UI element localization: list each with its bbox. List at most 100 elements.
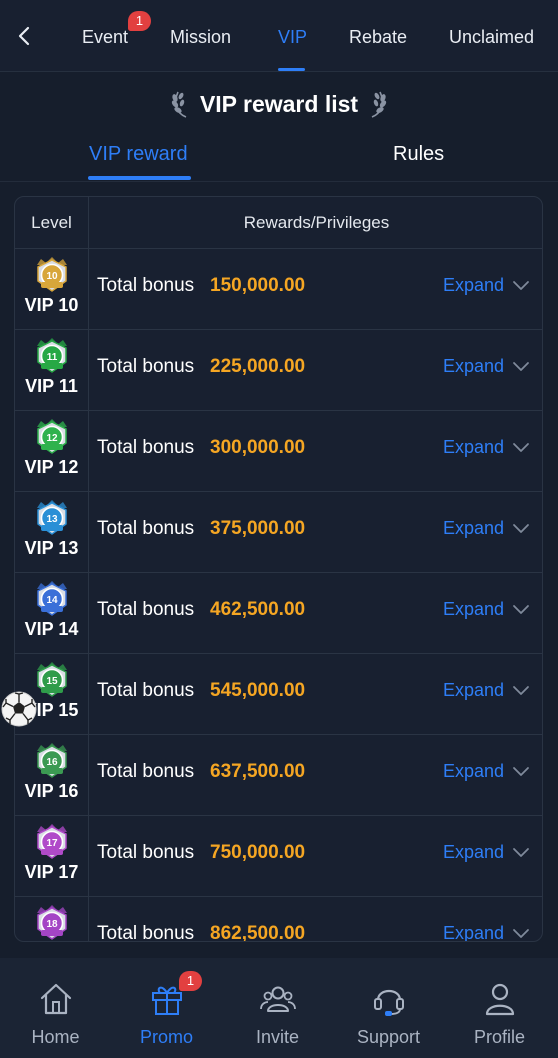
- expand-button[interactable]: Expand: [443, 842, 530, 863]
- vip-badge-icon: 10: [31, 255, 73, 295]
- vip-badge-icon: 18: [31, 903, 73, 941]
- chevron-down-icon: [512, 685, 530, 697]
- vip-badge-number: 10: [46, 271, 58, 282]
- table-row: 18VIP 18Total bonus862,500.00Expand: [15, 897, 542, 942]
- total-bonus-label: Total bonus: [97, 356, 195, 377]
- expand-button[interactable]: Expand: [443, 680, 530, 701]
- headset-icon: [370, 980, 408, 1018]
- subtab-rules[interactable]: Rules: [393, 142, 444, 166]
- top-nav: Event 1 Mission VIP Rebate Unclaimed: [0, 0, 558, 72]
- divider: [0, 181, 558, 182]
- table-row: 10 VIP 10 Total bonus 150,000.00 Expand: [15, 249, 542, 330]
- expand-label: Expand: [442, 275, 504, 295]
- vip-badge-icon: 11: [31, 336, 73, 376]
- nav-invite[interactable]: Invite: [222, 958, 333, 1058]
- table-row: 15 VIP 15 Total bonus 545,000.00 Expand: [15, 654, 542, 735]
- expand-button[interactable]: Expand: [443, 275, 530, 296]
- laurel-right-icon: [366, 89, 388, 119]
- chevron-down-icon: [512, 523, 530, 535]
- total-bonus-value: 637,500.00: [210, 761, 306, 782]
- vip-badge-icon: 15: [31, 660, 73, 700]
- subtab-indicator: [88, 176, 191, 180]
- expand-button[interactable]: Expand: [443, 761, 530, 782]
- chevron-left-icon: [16, 26, 32, 51]
- total-bonus-label: Total bonus: [97, 518, 195, 539]
- table-row: 13 VIP 13 Total bonus 375,000.00 Expand: [15, 492, 542, 573]
- page-title-area: VIP reward list: [0, 84, 558, 124]
- laurel-left-icon: [170, 89, 192, 119]
- total-bonus-label: Total bonus: [97, 437, 195, 458]
- vip-level-label: VIP 10: [24, 295, 79, 315]
- vip-level-label: VIP 17: [24, 862, 79, 882]
- chevron-down-icon: [512, 280, 530, 292]
- vip-level-label: VIP 14: [24, 619, 79, 639]
- expand-button[interactable]: Expand: [443, 599, 530, 620]
- back-button[interactable]: [10, 22, 38, 54]
- page-title: VIP reward list: [199, 90, 359, 117]
- chevron-down-icon: [512, 928, 530, 940]
- total-bonus-label: Total bonus: [97, 680, 195, 701]
- nav-home[interactable]: Home: [0, 958, 111, 1058]
- chevron-down-icon: [512, 604, 530, 616]
- chevron-down-icon: [512, 361, 530, 373]
- vip-badge-number: 11: [47, 352, 58, 363]
- tab-event[interactable]: Event: [82, 26, 128, 48]
- vip-badge-number: 12: [46, 433, 58, 444]
- expand-button[interactable]: Expand: [443, 437, 530, 458]
- total-bonus-value: 375,000.00: [210, 518, 306, 539]
- expand-button[interactable]: Expand: [442, 923, 530, 942]
- expand-label: Expand: [442, 923, 504, 942]
- total-bonus-value: 462,500.00: [210, 599, 306, 620]
- table-row: 14 VIP 14 Total bonus 462,500.00 Expand: [15, 573, 542, 654]
- expand-label: Expand: [442, 599, 504, 619]
- tab-mission[interactable]: Mission: [170, 26, 231, 48]
- vip-level-label: VIP 16: [24, 781, 79, 801]
- vip-badge-icon: 14: [31, 579, 73, 619]
- tab-rebate[interactable]: Rebate: [349, 26, 407, 48]
- tab-vip[interactable]: VIP: [278, 26, 307, 48]
- total-bonus-label: Total bonus: [97, 599, 195, 620]
- expand-label: Expand: [442, 761, 504, 781]
- vip-badge-number: 17: [46, 838, 58, 849]
- header-rewards: Rewards/Privileges: [243, 213, 390, 232]
- vip-level-label: VIP 13: [24, 538, 79, 558]
- vip-reward-table: Level Rewards/Privileges 10 VIP 10 Total b…: [14, 196, 543, 942]
- nav-promo-label: Promo: [139, 1027, 193, 1047]
- vip-badge-icon: 16: [31, 741, 73, 781]
- profile-icon: [481, 980, 519, 1018]
- total-bonus-label: Total bonus: [97, 842, 195, 863]
- total-bonus-value: 545,000.00: [210, 680, 306, 701]
- tab-unclaimed[interactable]: Unclaimed: [449, 26, 534, 48]
- soccer-ball-icon[interactable]: [1, 691, 37, 727]
- total-bonus-value: 862,500.00: [210, 923, 306, 942]
- table-row: 16 VIP 16 Total bonus 637,500.00 Expand: [15, 735, 542, 816]
- vip-badge-number: 13: [46, 514, 58, 525]
- total-bonus-label: Total bonus: [97, 923, 195, 942]
- expand-label: Expand: [442, 680, 504, 700]
- vip-badge-icon: 17: [31, 822, 73, 862]
- expand-label: Expand: [442, 842, 504, 862]
- total-bonus-label: Total bonus: [97, 761, 195, 782]
- nav-profile[interactable]: Profile: [444, 958, 555, 1058]
- table-row: 17 VIP 17 Total bonus 750,000.00 Expand: [15, 816, 542, 897]
- chevron-down-icon: [512, 847, 530, 859]
- nav-support-label: Support: [356, 1027, 421, 1047]
- expand-label: Expand: [442, 518, 504, 538]
- nav-support[interactable]: Support: [333, 958, 444, 1058]
- header-level: Level: [31, 213, 72, 232]
- expand-button[interactable]: Expand: [443, 356, 530, 377]
- table-row: 12 VIP 12 Total bonus 300,000.00 Expand: [15, 411, 542, 492]
- vip-badge-number: 15: [46, 676, 58, 687]
- vip-badge-icon: 13: [31, 498, 73, 538]
- subtab-vip-reward[interactable]: VIP reward: [89, 142, 188, 166]
- total-bonus-value: 750,000.00: [210, 842, 306, 863]
- bottom-nav: Home 1 Promo Invite Support Profile: [0, 958, 558, 1058]
- nav-profile-label: Profile: [473, 1027, 526, 1047]
- home-icon: [37, 980, 75, 1018]
- nav-promo[interactable]: 1 Promo: [111, 958, 222, 1058]
- expand-button[interactable]: Expand: [443, 518, 530, 539]
- total-bonus-value: 300,000.00: [210, 437, 306, 458]
- invite-icon: [259, 980, 297, 1018]
- vip-badge-number: 16: [46, 757, 58, 768]
- expand-label: Expand: [442, 437, 504, 457]
